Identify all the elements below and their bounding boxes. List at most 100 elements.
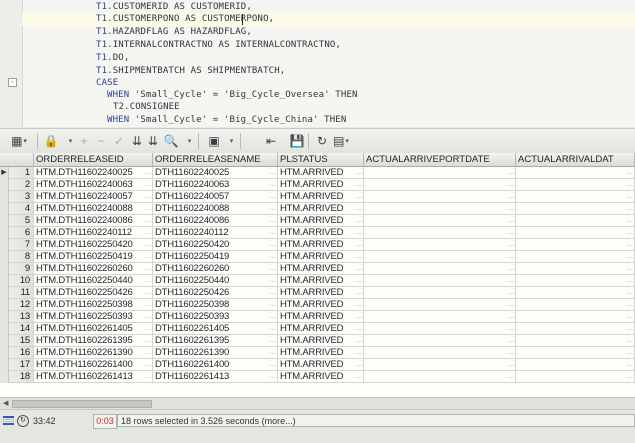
cell-edit-icon[interactable]: …: [144, 251, 151, 262]
table-row[interactable]: 11 HTM.DTH11602250426… DTH11602250426… HTM.…: [0, 287, 635, 299]
row-indicator[interactable]: [0, 215, 9, 227]
cell-edit-icon[interactable]: …: [626, 227, 633, 238]
cell-edit-icon[interactable]: …: [355, 263, 362, 274]
column-header[interactable]: ACTUALARRIVEPORTDATE: [364, 153, 516, 166]
table-row[interactable]: 17 HTM.DTH11602261400… DTH11602261400… HTM.…: [0, 359, 635, 371]
cell-edit-icon[interactable]: …: [144, 263, 151, 274]
cell-edit-icon[interactable]: …: [355, 299, 362, 310]
cell-edit-icon[interactable]: …: [626, 311, 633, 322]
cell-edit-icon[interactable]: …: [144, 275, 151, 286]
cell-edit-icon[interactable]: …: [507, 263, 514, 274]
cell-edit-icon[interactable]: …: [355, 275, 362, 286]
table-cell[interactable]: HTM.ARRIVED…: [278, 335, 364, 347]
cell-edit-icon[interactable]: …: [507, 239, 514, 250]
cell-edit-icon[interactable]: …: [355, 251, 362, 262]
cell-edit-icon[interactable]: …: [507, 287, 514, 298]
table-cell-empty[interactable]: …: [516, 371, 635, 383]
table-cell-empty[interactable]: …: [516, 359, 635, 371]
table-row[interactable]: 16 HTM.DTH11602261390… DTH11602261390… HTM.…: [0, 347, 635, 359]
chart-icon[interactable]: ▣: [205, 132, 223, 149]
table-cell-empty[interactable]: …: [364, 203, 516, 215]
cell-edit-icon[interactable]: …: [269, 239, 276, 250]
row-indicator[interactable]: [0, 359, 9, 371]
table-row[interactable]: 14 HTM.DTH11602261405… DTH11602261405… HTM.…: [0, 323, 635, 335]
table-cell[interactable]: DTH11602240063…: [153, 179, 278, 191]
table-cell[interactable]: DTH11602261405…: [153, 323, 278, 335]
table-row[interactable]: 3 HTM.DTH11602240057… DTH11602240057… HTM.A…: [0, 191, 635, 203]
cell-edit-icon[interactable]: …: [355, 347, 362, 358]
table-cell-empty[interactable]: …: [516, 167, 635, 179]
cell-edit-icon[interactable]: …: [144, 335, 151, 346]
cell-edit-icon[interactable]: …: [507, 347, 514, 358]
find-icon[interactable]: 🔍: [162, 132, 180, 149]
scrollbar-thumb[interactable]: [12, 400, 152, 408]
cell-edit-icon[interactable]: …: [626, 359, 633, 370]
check-icon[interactable]: ✓: [110, 132, 128, 149]
cell-edit-icon[interactable]: …: [507, 335, 514, 346]
table-cell[interactable]: HTM.DTH11602250393…: [34, 311, 153, 323]
table-row[interactable]: 7 HTM.DTH11602250420… DTH11602250420… HTM.A…: [0, 239, 635, 251]
table-cell[interactable]: DTH11602240112…: [153, 227, 278, 239]
table-cell-empty[interactable]: …: [364, 275, 516, 287]
row-indicator[interactable]: [0, 263, 9, 275]
table-cell-empty[interactable]: …: [516, 179, 635, 191]
cell-edit-icon[interactable]: …: [355, 239, 362, 250]
table-row[interactable]: 6 HTM.DTH11602240112… DTH11602240112… HTM.A…: [0, 227, 635, 239]
table-cell-empty[interactable]: …: [364, 215, 516, 227]
table-cell[interactable]: HTM.DTH11602261413…: [34, 371, 153, 383]
table-cell-empty[interactable]: …: [516, 215, 635, 227]
row-indicator[interactable]: [0, 227, 9, 239]
cell-edit-icon[interactable]: …: [269, 311, 276, 322]
row-number[interactable]: 12: [9, 299, 34, 311]
row-indicator[interactable]: [0, 335, 9, 347]
cell-edit-icon[interactable]: …: [355, 179, 362, 190]
refresh-icon[interactable]: ↻: [313, 132, 331, 149]
cell-edit-icon[interactable]: …: [507, 275, 514, 286]
row-indicator[interactable]: [0, 287, 9, 299]
row-number[interactable]: 6: [9, 227, 34, 239]
cell-edit-icon[interactable]: …: [269, 299, 276, 310]
cell-edit-icon[interactable]: …: [507, 203, 514, 214]
table-cell-empty[interactable]: …: [364, 299, 516, 311]
row-number[interactable]: 2: [9, 179, 34, 191]
table-cell-empty[interactable]: …: [364, 335, 516, 347]
cell-edit-icon[interactable]: …: [144, 323, 151, 334]
cell-edit-icon[interactable]: …: [626, 239, 633, 250]
table-cell[interactable]: DTH11602240086…: [153, 215, 278, 227]
add-icon[interactable]: +: [75, 132, 93, 149]
column-header[interactable]: ORDERRELEASENAME: [153, 153, 278, 166]
table-cell-empty[interactable]: …: [364, 311, 516, 323]
table-cell[interactable]: HTM.ARRIVED…: [278, 191, 364, 203]
cell-edit-icon[interactable]: …: [269, 167, 276, 178]
table-cell[interactable]: DTH11602261413…: [153, 371, 278, 383]
table-cell[interactable]: DTH11602261400…: [153, 359, 278, 371]
cell-edit-icon[interactable]: …: [269, 251, 276, 262]
column-header[interactable]: PLSTATUS: [278, 153, 364, 166]
cell-edit-icon[interactable]: …: [144, 287, 151, 298]
column-header[interactable]: ORDERRELEASEID: [34, 153, 153, 166]
row-indicator[interactable]: [0, 311, 9, 323]
table-cell-empty[interactable]: …: [364, 191, 516, 203]
table-cell-empty[interactable]: …: [516, 299, 635, 311]
table-cell-empty[interactable]: …: [516, 239, 635, 251]
row-number[interactable]: 1: [9, 167, 34, 179]
cell-edit-icon[interactable]: …: [269, 275, 276, 286]
table-cell[interactable]: DTH11602260260…: [153, 263, 278, 275]
table-cell[interactable]: HTM.ARRIVED…: [278, 371, 364, 383]
table-cell-empty[interactable]: …: [364, 359, 516, 371]
cell-edit-icon[interactable]: …: [626, 179, 633, 190]
cell-edit-icon[interactable]: …: [355, 371, 362, 382]
horizontal-scrollbar[interactable]: ◀: [0, 397, 635, 409]
row-number[interactable]: 16: [9, 347, 34, 359]
table-cell-empty[interactable]: …: [364, 167, 516, 179]
cell-edit-icon[interactable]: …: [355, 215, 362, 226]
table-cell[interactable]: DTH11602261395…: [153, 335, 278, 347]
cell-edit-icon[interactable]: …: [355, 191, 362, 202]
table-cell[interactable]: DTH11602240088…: [153, 203, 278, 215]
cell-edit-icon[interactable]: …: [269, 203, 276, 214]
cell-edit-icon[interactable]: …: [144, 311, 151, 322]
cell-edit-icon[interactable]: …: [144, 191, 151, 202]
table-cell[interactable]: HTM.ARRIVED…: [278, 263, 364, 275]
corner-cell[interactable]: [0, 153, 34, 166]
row-number[interactable]: 18: [9, 371, 34, 383]
